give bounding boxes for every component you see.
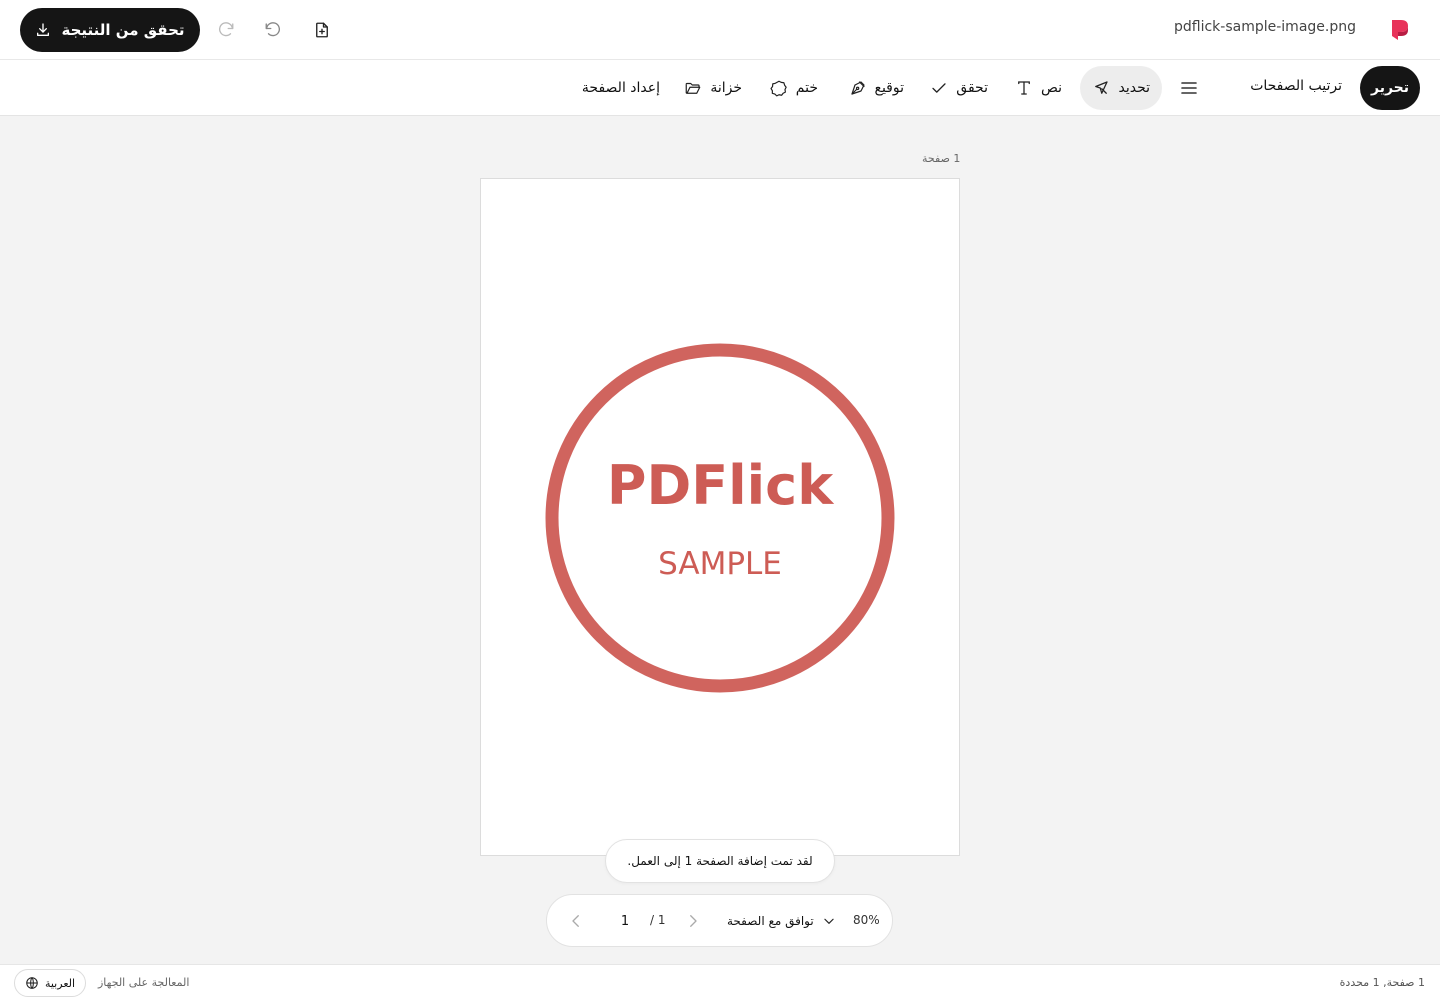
language-label: العربية: [44, 976, 76, 990]
tool-text[interactable]: نص: [1015, 66, 1062, 110]
stamp-icon: [770, 80, 787, 97]
selection-status: 1 صفحة, 1 محددة: [1339, 976, 1425, 989]
chevron-left-icon: [572, 915, 579, 927]
page-count-label: 1 صفحة: [922, 152, 961, 165]
tool-page-setup[interactable]: إعداد الصفحة: [582, 66, 660, 110]
file-name: pdflick-sample-image.png: [1174, 19, 1356, 35]
app-logo-icon[interactable]: [1390, 18, 1410, 42]
tool-select[interactable]: تحديد: [1080, 66, 1162, 110]
next-page-button[interactable]: [684, 912, 702, 930]
chevron-right-icon: [690, 915, 697, 927]
hamburger-icon: [1181, 82, 1197, 94]
menu-button[interactable]: [1180, 79, 1198, 97]
page-thumbnail[interactable]: PDFlick SAMPLE: [480, 178, 960, 856]
tool-vault[interactable]: خزانة: [684, 66, 742, 110]
fit-page-dropdown[interactable]: توافق مع الصفحة: [727, 907, 836, 935]
chevron-down-icon: [824, 918, 834, 924]
pen-icon: [850, 81, 865, 95]
page-total: / 1: [650, 913, 666, 927]
tool-sign-label: توقيع: [874, 80, 905, 96]
check-result-label: تحقق من النتيجة: [61, 21, 185, 39]
add-file-icon: [316, 22, 328, 38]
tool-stamp[interactable]: ختم: [770, 66, 818, 110]
tool-stamp-label: ختم: [795, 80, 818, 96]
processing-mode: المعالجة على الجهاز: [98, 976, 190, 989]
add-file-button[interactable]: [308, 16, 336, 44]
undo-icon: [265, 22, 280, 37]
sample-stamp-image: PDFlick SAMPLE: [545, 343, 895, 693]
language-selector[interactable]: العربية: [14, 969, 86, 997]
cursor-icon: [1095, 81, 1109, 94]
tool-bar: تحرير ترتيب الصفحات تحديد نص تحقق توقيع: [0, 60, 1440, 116]
tool-select-label: تحديد: [1118, 80, 1150, 96]
previous-page-button[interactable]: [567, 912, 585, 930]
redo-icon: [219, 22, 234, 37]
tool-check-label: تحقق: [956, 80, 988, 96]
tool-check[interactable]: تحقق: [930, 66, 988, 110]
folder-open-icon: [685, 82, 701, 94]
check-result-button[interactable]: تحقق من النتيجة: [20, 8, 200, 52]
toast-notification: لقد تمت إضافة الصفحة 1 إلى العمل.: [605, 839, 835, 883]
tool-vault-label: خزانة: [710, 80, 742, 96]
tool-page-setup-label: إعداد الصفحة: [581, 80, 660, 96]
status-bar: 1 صفحة, 1 محددة المعالجة على الجهاز العر…: [0, 964, 1440, 1000]
page-navigator: 80% توافق مع الصفحة / 1: [546, 894, 893, 947]
check-icon: [932, 83, 946, 93]
stamp-title: PDFlick: [607, 454, 834, 517]
mode-edit-label: تحرير: [1370, 80, 1410, 96]
zoom-level[interactable]: 80%: [853, 913, 880, 927]
current-page-input[interactable]: [611, 909, 639, 933]
stamp-subtitle: SAMPLE: [658, 546, 782, 582]
fit-page-label: توافق مع الصفحة: [727, 914, 814, 928]
download-icon: [37, 23, 50, 36]
redo-button[interactable]: [212, 16, 240, 44]
tool-sign[interactable]: توقيع: [849, 66, 905, 110]
tool-text-label: نص: [1040, 80, 1062, 96]
globe-icon: [26, 977, 38, 989]
mode-edit-button[interactable]: تحرير: [1360, 66, 1420, 110]
undo-button[interactable]: [259, 16, 287, 44]
top-bar: pdflick-sample-image.png تحقق من النتيجة: [0, 0, 1440, 60]
stamp-ring: [545, 343, 895, 693]
toast-message: لقد تمت إضافة الصفحة 1 إلى العمل.: [627, 854, 813, 868]
mode-arrange-pages-button[interactable]: ترتيب الصفحات: [1250, 78, 1342, 94]
text-icon: [1018, 81, 1030, 95]
